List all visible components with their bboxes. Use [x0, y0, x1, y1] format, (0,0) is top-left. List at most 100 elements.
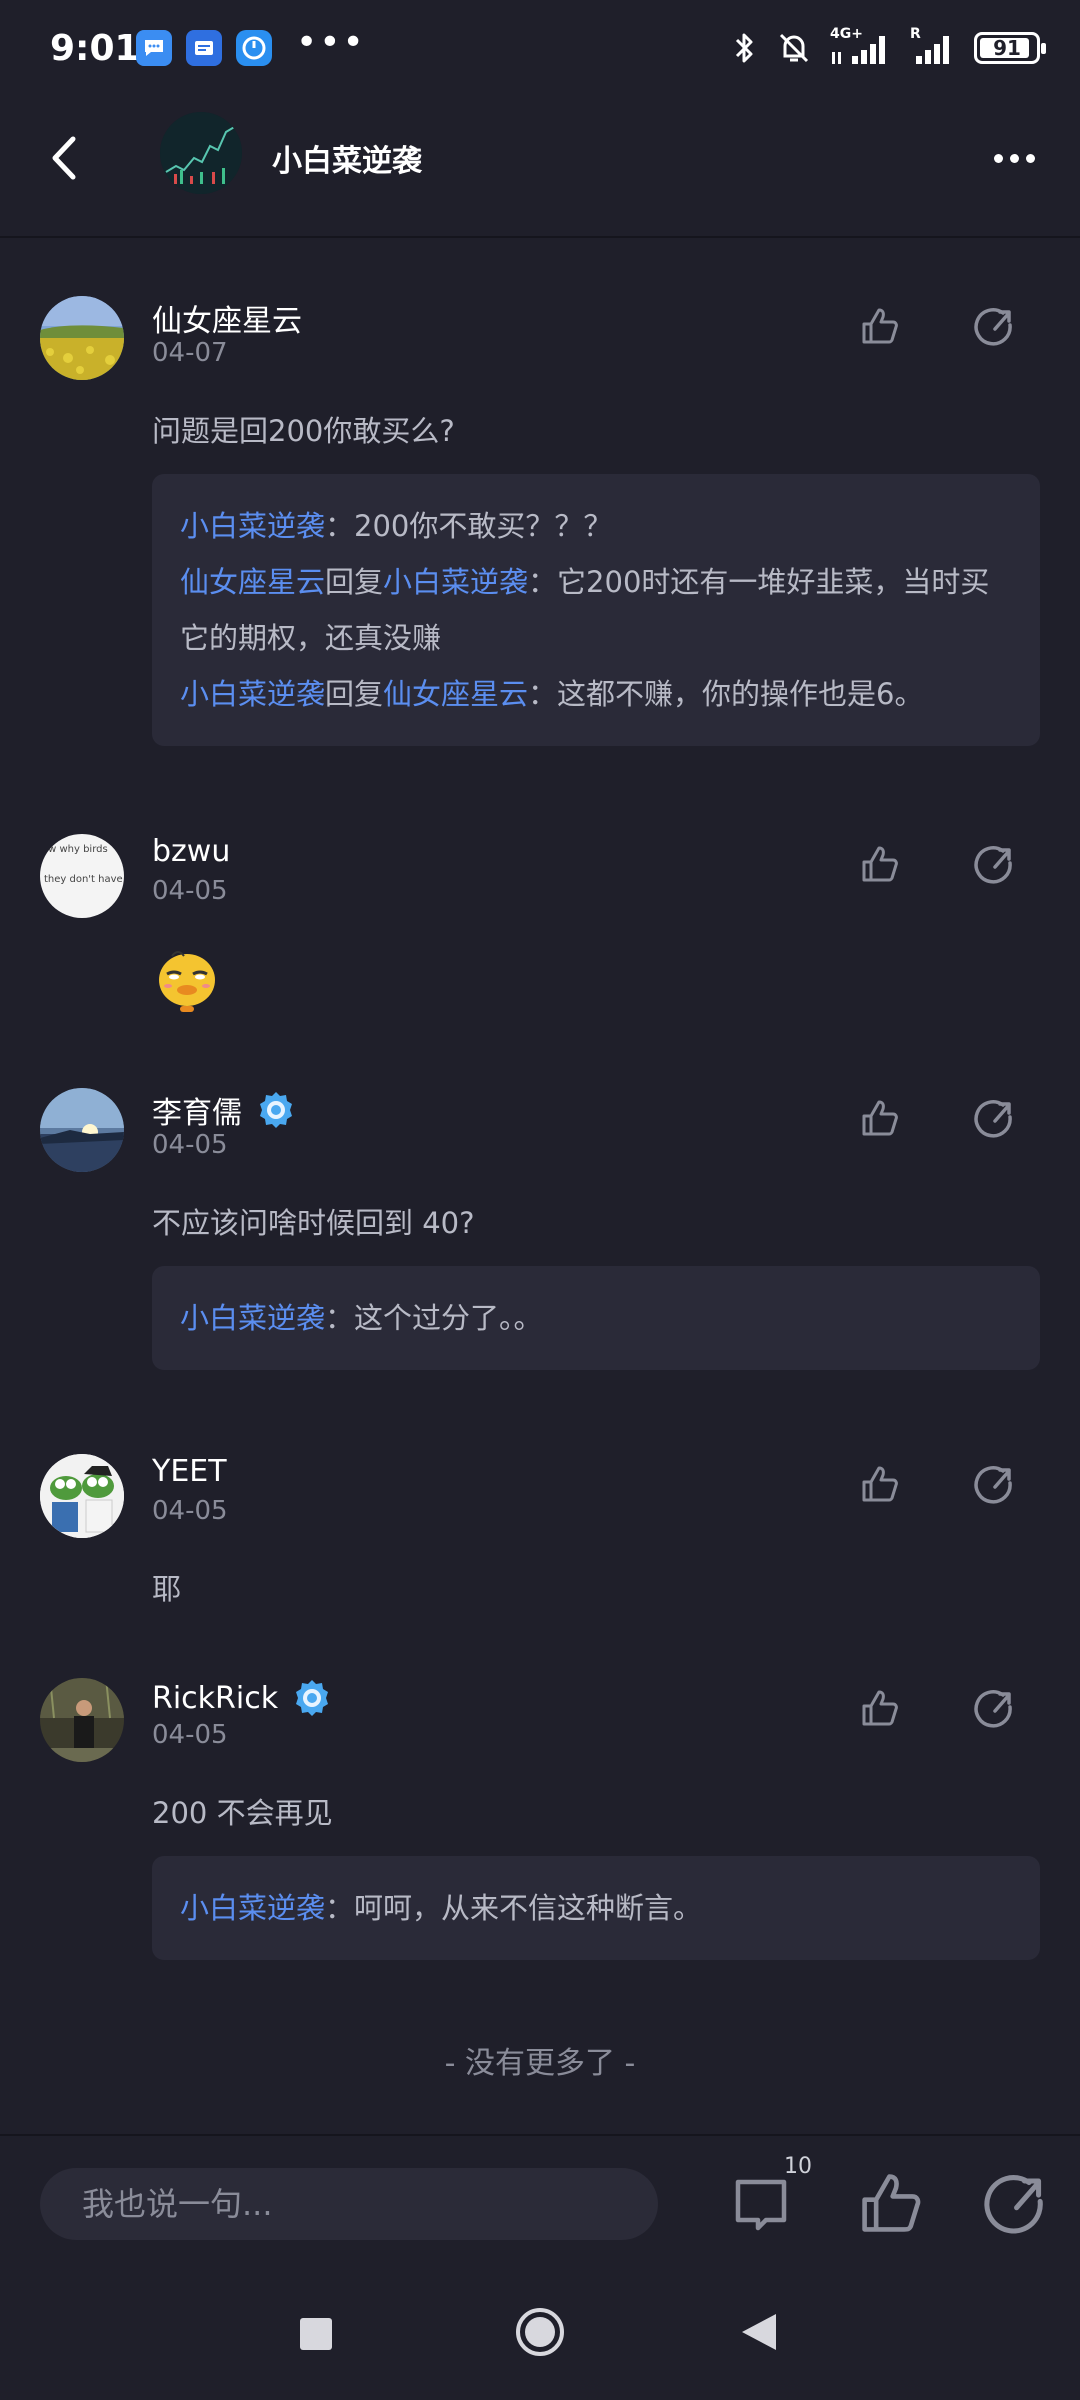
- battery-level: 91: [993, 36, 1021, 60]
- signal-2-group: R: [910, 26, 956, 66]
- avatar[interactable]: [40, 1678, 124, 1762]
- back-button[interactable]: [36, 130, 92, 186]
- comment-text: 200 不会再见: [152, 1796, 333, 1830]
- comment-author[interactable]: 仙女座星云: [152, 296, 302, 340]
- bottom-action-bar: 我也说一句... 10: [0, 2134, 1080, 2270]
- signal-bars-icon: [916, 36, 949, 64]
- thumbs-up-icon: [862, 846, 898, 882]
- status-app-icons: [136, 30, 272, 66]
- reply-author[interactable]: 小白菜逆袭: [180, 1891, 325, 1925]
- comment-text: 不应该问啥时候回到 40?: [152, 1206, 475, 1240]
- chevron-left-icon: [52, 136, 76, 180]
- battery-icon: 91: [974, 32, 1046, 64]
- reply-box[interactable]: 小白菜逆袭：200你不敢买？？？ 仙女座星云回复小白菜逆袭：它200时还有一堆好…: [152, 474, 1040, 746]
- share-button[interactable]: [966, 1456, 1022, 1512]
- reply-author[interactable]: 小白菜逆袭: [180, 509, 325, 543]
- comment-date: 04-07: [152, 338, 228, 368]
- comment-author[interactable]: YEET: [152, 1454, 227, 1489]
- comment-author[interactable]: bzwu: [152, 834, 230, 869]
- comment-text: 耶: [152, 1572, 182, 1606]
- status-more-dots: •••: [296, 22, 366, 63]
- author-name[interactable]: 仙女座星云: [152, 296, 302, 340]
- reply-text: ：这个过分了。。: [325, 1301, 543, 1335]
- comment-date: 04-05: [152, 1496, 228, 1526]
- author-name[interactable]: bzwu: [152, 834, 230, 869]
- reply-box[interactable]: 小白菜逆袭：这个过分了。。: [152, 1266, 1040, 1370]
- status-bar: 9:01 ••• 4G+ R 91: [0, 0, 1080, 100]
- share-button[interactable]: [966, 1090, 1022, 1146]
- avatar-text: they don't have: [44, 874, 123, 885]
- smug-duck-sticker: [152, 944, 222, 1014]
- chat-app-icon: [136, 30, 172, 66]
- share-post-button[interactable]: [982, 2170, 1048, 2236]
- avatar[interactable]: [40, 296, 124, 380]
- comment-text: 问题是回200你敢买么?: [152, 414, 455, 448]
- comment-item: 李育儒 04-05 不应该问啥时候回到 40? 小白菜逆袭：这个过分了。。: [0, 1088, 1080, 1388]
- header-avatar[interactable]: [160, 112, 242, 194]
- reply-line: 小白菜逆袭回复仙女座星云：这都不赚，你的操作也是6。: [180, 666, 1012, 722]
- author-name[interactable]: RickRick: [152, 1681, 278, 1716]
- system-nav-bar: [0, 2270, 1080, 2400]
- like-button[interactable]: [852, 298, 908, 354]
- more-dot: [1009, 153, 1019, 163]
- comment-date: 04-05: [152, 1130, 228, 1160]
- timer-app-icon: [236, 30, 272, 66]
- share-button[interactable]: [966, 836, 1022, 892]
- back-nav-button[interactable]: [742, 2314, 776, 2350]
- comment-author[interactable]: RickRick: [152, 1678, 332, 1718]
- reply-line: 小白菜逆袭：这个过分了。。: [180, 1290, 1012, 1346]
- comment-author[interactable]: 李育儒: [152, 1088, 296, 1132]
- like-button[interactable]: [852, 1456, 908, 1512]
- like-post-button[interactable]: [858, 2170, 924, 2236]
- more-options-button[interactable]: [984, 130, 1044, 186]
- like-button[interactable]: [852, 1680, 908, 1736]
- signal-bars-icon: [832, 36, 885, 64]
- page-title: 小白菜逆袭: [272, 144, 422, 179]
- reply-target[interactable]: 仙女座星云: [383, 677, 528, 711]
- bluetooth-icon: [735, 33, 753, 63]
- avatar[interactable]: ow why birds they don't have: [40, 834, 124, 918]
- status-right-group: 4G+ R 91: [732, 26, 1046, 66]
- reply-line: 小白菜逆袭：200你不敢买？？？: [180, 498, 1012, 554]
- author-name[interactable]: 李育儒: [152, 1088, 242, 1132]
- reply-text: ：呵呵，从来不信这种断言。: [325, 1891, 703, 1925]
- share-icon: [974, 1100, 1012, 1138]
- comment-input[interactable]: 我也说一句...: [40, 2168, 658, 2240]
- reply-text: ：这都不赚，你的操作也是6。: [528, 677, 924, 711]
- share-icon: [974, 1466, 1012, 1504]
- share-icon: [984, 2175, 1043, 2234]
- reply-word: 回复: [325, 565, 384, 599]
- reply-author[interactable]: 仙女座星云: [180, 565, 325, 599]
- reply-word: 回复: [325, 677, 384, 711]
- reply-box[interactable]: 小白菜逆袭：呵呵，从来不信这种断言。: [152, 1856, 1040, 1960]
- reply-author[interactable]: 小白菜逆袭: [180, 1301, 325, 1335]
- avatar[interactable]: [40, 1454, 124, 1538]
- like-button[interactable]: [852, 1090, 908, 1146]
- share-icon: [974, 308, 1012, 346]
- like-button[interactable]: [852, 836, 908, 892]
- thumbs-up-icon: [862, 1690, 898, 1726]
- author-name[interactable]: YEET: [152, 1454, 227, 1489]
- comments-button[interactable]: [730, 2172, 794, 2236]
- reply-line: 仙女座星云回复小白菜逆袭：它200时还有一堆好韭菜，当时买它的期权，还真没赚: [180, 554, 1012, 666]
- share-button[interactable]: [966, 298, 1022, 354]
- home-button[interactable]: [516, 2308, 564, 2356]
- avatar-text: ow why birds: [42, 844, 108, 855]
- share-icon: [974, 1690, 1012, 1728]
- thumbs-up-icon: [862, 1100, 898, 1136]
- avatar[interactable]: [40, 1088, 124, 1172]
- reply-target[interactable]: 小白菜逆袭: [383, 565, 528, 599]
- comment-count: 10: [784, 2154, 812, 2179]
- comment-item: RickRick 04-05 200 不会再见 小白菜逆袭：呵呵，从来不信这种断…: [0, 1678, 1080, 1978]
- recent-apps-button[interactable]: [300, 2318, 332, 2350]
- comment-icon: [735, 2179, 787, 2231]
- bell-muted-icon: [779, 33, 809, 63]
- share-button[interactable]: [966, 1680, 1022, 1736]
- comment-date: 04-05: [152, 876, 228, 906]
- more-dot: [1025, 153, 1035, 163]
- thumbs-up-icon: [862, 308, 898, 344]
- comment-item: 仙女座星云 04-07 问题是回200你敢买么? 小白菜逆袭：200你不敢买？？…: [0, 296, 1080, 766]
- header: 小白菜逆袭: [0, 100, 1080, 238]
- reply-author[interactable]: 小白菜逆袭: [180, 677, 325, 711]
- comment-date: 04-05: [152, 1720, 228, 1750]
